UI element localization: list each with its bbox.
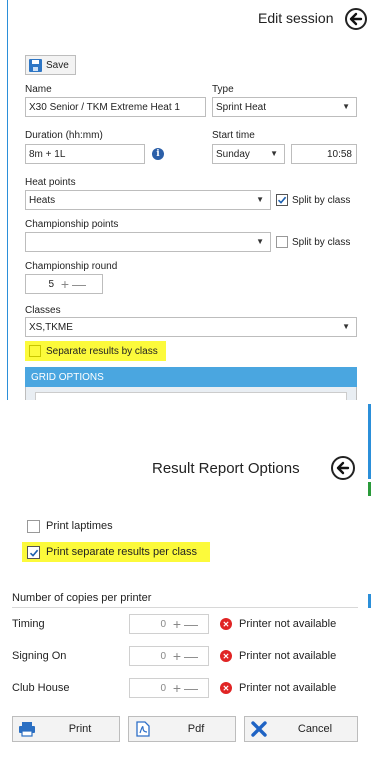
championship-split-label: Split by class [292,237,351,248]
championship-round-label: Championship round [25,261,118,272]
checkmark-icon [277,196,287,204]
type-value: Sprint Heat [216,101,267,113]
print-separate-label: Print separate results per class [46,546,198,558]
separate-results-label: Separate results by class [46,346,158,357]
error-icon: ✕ [220,618,232,630]
print-laptimes-checkbox[interactable] [27,520,40,533]
error-icon: ✕ [220,650,232,662]
start-day-value: Sunday [216,148,250,160]
chevron-down-icon: ▼ [256,237,264,246]
info-icon[interactable]: i [152,148,164,160]
duration-label: Duration (hh:mm) [25,130,103,141]
chevron-down-icon: ▼ [256,195,264,204]
championship-points-label: Championship points [25,219,119,230]
heat-split-label: Split by class [292,195,351,206]
plus-icon[interactable]: + [170,679,184,697]
name-input[interactable]: X30 Senior / TKM Extreme Heat 1 [25,97,206,117]
printer-name-timing: Timing [12,618,45,630]
name-label: Name [25,84,52,95]
copies-stepper-timing[interactable]: 0 + — [129,614,209,634]
type-select[interactable]: Sprint Heat ▼ [212,97,357,117]
minus-icon[interactable]: — [184,615,198,633]
heat-points-label: Heat points [25,177,76,188]
error-icon: ✕ [220,682,232,694]
back-button[interactable] [345,8,367,30]
pdf-button[interactable]: Pdf [128,716,236,742]
arrow-left-icon [336,461,350,475]
grid-options-content [35,392,347,400]
cancel-label: Cancel [297,723,333,735]
chevron-down-icon: ▼ [342,322,350,331]
pdf-label: Pdf [187,723,205,735]
pdf-icon [129,721,157,737]
type-label: Type [212,84,234,95]
championship-points-select[interactable]: ▼ [25,232,271,252]
duration-input[interactable]: 8m + 1L [25,144,145,164]
save-button[interactable]: Save [25,55,76,75]
result-report-title: Result Report Options [152,460,300,477]
copies-divider [12,607,358,608]
print-label: Print [68,723,92,735]
minus-icon[interactable]: — [184,679,198,697]
edit-session-title: Edit session [258,10,334,26]
printer-status-club-house: Printer not available [239,682,337,694]
print-button[interactable]: Print [12,716,120,742]
plus-icon[interactable]: + [58,275,72,293]
classes-value: XS,TKME [29,321,73,333]
close-icon [245,721,273,737]
edit-session-panel: Edit session Save Name X30 Senior / TKM … [0,0,371,400]
print-laptimes-label: Print laptimes [46,520,113,532]
left-accent-line [7,0,8,400]
start-day-select[interactable]: Sunday ▼ [212,144,285,164]
championship-round-stepper[interactable]: 5 + — [25,274,103,294]
printer-status-timing: Printer not available [239,618,337,630]
grid-options-title: GRID OPTIONS [31,371,104,383]
chevron-down-icon: ▼ [342,102,350,111]
heat-split-checkbox[interactable] [276,194,288,206]
copies-stepper-signing-on[interactable]: 0 + — [129,646,209,666]
copies-stepper-club-house[interactable]: 0 + — [129,678,209,698]
separate-results-checkbox[interactable] [29,345,41,357]
print-separate-checkbox[interactable] [27,546,40,559]
classes-select[interactable]: XS,TKME ▼ [25,317,357,337]
printer-name-signing-on: Signing On [12,650,67,662]
heat-points-select[interactable]: Heats ▼ [25,190,271,210]
chevron-down-icon: ▼ [270,149,278,158]
back-button[interactable] [331,456,355,480]
copies-value-timing: 0 [160,618,166,630]
start-time-input[interactable]: 10:58 [291,144,357,164]
printer-status-signing-on: Printer not available [239,650,337,662]
plus-icon[interactable]: + [170,647,184,665]
printer-name-club-house: Club House [12,682,70,694]
championship-split-checkbox[interactable] [276,236,288,248]
minus-icon[interactable]: — [184,647,198,665]
minus-icon[interactable]: — [72,275,86,293]
printer-icon [13,721,41,737]
grid-options-header[interactable]: GRID OPTIONS [25,367,357,387]
copies-value-club-house: 0 [160,682,166,694]
floppy-disk-icon [29,58,42,72]
result-report-panel: Result Report Options Print laptimes Pri… [0,404,371,779]
save-label: Save [46,59,69,71]
plus-icon[interactable]: + [170,615,184,633]
copies-label: Number of copies per printer [12,592,152,604]
copies-value-signing-on: 0 [160,650,166,662]
championship-round-value: 5 [48,278,54,290]
cancel-button[interactable]: Cancel [244,716,358,742]
checkmark-icon [29,549,38,557]
classes-label: Classes [25,305,61,316]
start-time-label: Start time [212,130,255,141]
arrow-left-icon [349,12,363,26]
heat-points-value: Heats [29,194,56,206]
